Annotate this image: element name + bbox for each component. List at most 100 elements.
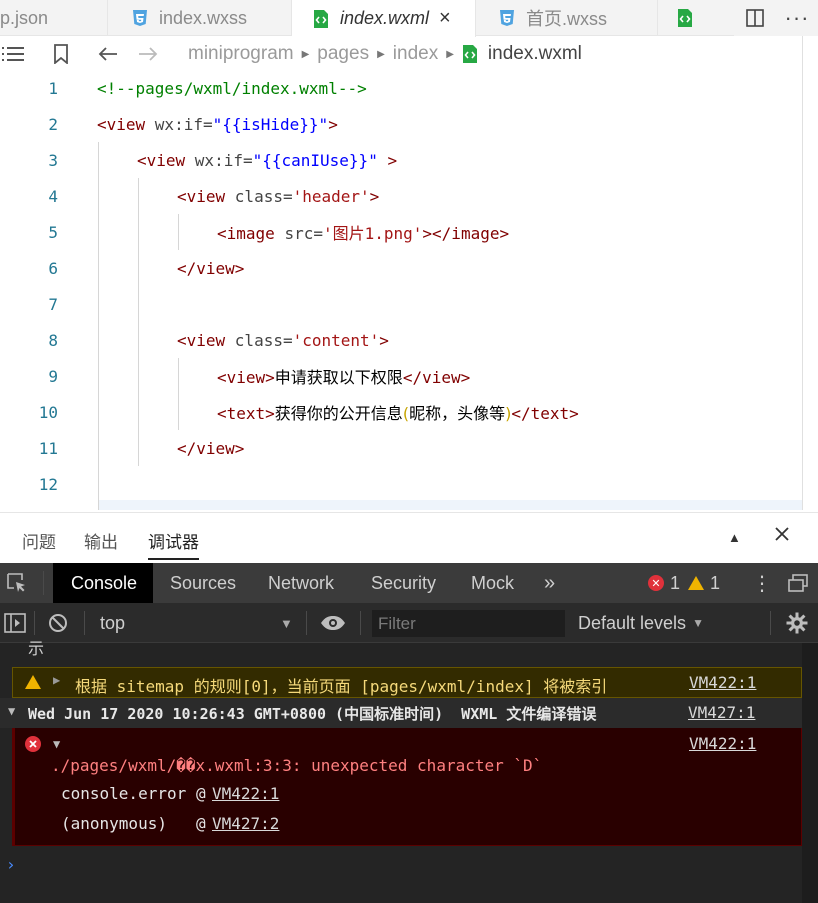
line-number: 2	[48, 114, 58, 134]
chevron-down-icon[interactable]: ▼	[280, 603, 293, 643]
code-line[interactable]: 6 </view>	[0, 250, 802, 286]
tab-app-json[interactable]: p.json	[0, 0, 108, 36]
error-icon: ✕	[648, 575, 664, 591]
code-line[interactable]: 4 <view class='header'>	[0, 178, 802, 214]
tab-security[interactable]: Security	[371, 563, 436, 603]
tab-mock[interactable]: Mock	[471, 563, 514, 603]
gear-icon[interactable]	[786, 603, 808, 643]
tab-label: p.json	[0, 7, 49, 28]
error-count[interactable]: ✕ 1	[648, 563, 680, 603]
console-prompt[interactable]: ›	[6, 855, 16, 874]
code-tag: </view>	[402, 368, 471, 387]
outline-icon[interactable]	[0, 46, 26, 62]
tab-label: index.wxml	[340, 8, 430, 28]
back-arrow-icon[interactable]	[88, 46, 128, 62]
code-string: "{{isHide}}"	[212, 114, 329, 134]
code-line[interactable]: 1 <!--pages/wxml/index.wxml-->	[0, 70, 802, 106]
code-text: <text>获得你的公开信息(昵称，头像等)</text>	[217, 400, 579, 424]
console-group-row[interactable]: ▼ Wed Jun 17 2020 10:26:43 GMT+0800 (中国标…	[0, 698, 802, 728]
line-number: 12	[38, 474, 58, 494]
warning-icon	[688, 576, 704, 590]
code-attr: class=	[234, 330, 293, 350]
code-text: <view wx:if="{{canIUse}}" >	[137, 151, 397, 170]
log-levels-select[interactable]: Default levels ▼	[578, 603, 704, 643]
panel-tab-problems[interactable]: 问题	[22, 528, 56, 553]
console-scrollbar[interactable]	[802, 643, 818, 903]
code-text: <view wx:if="{{isHide}}">	[97, 115, 338, 134]
code-line[interactable]: 9 <view>申请获取以下权限</view>	[0, 358, 802, 394]
tab-label: index.wxss	[159, 7, 248, 28]
line-number: 3	[48, 150, 58, 170]
breadcrumb-item[interactable]: pages	[317, 43, 369, 65]
code-line[interactable]: 12	[0, 466, 802, 502]
tab-home-wxss[interactable]: 首页.wxss	[476, 0, 658, 36]
line-number: 10	[38, 402, 58, 422]
clipped-log-text: 示	[28, 639, 45, 658]
console-warning-row[interactable]: ▶ 根据 sitemap 的规则[0]，当前页面 [pages/wxml/ind…	[12, 667, 802, 698]
breadcrumb-item[interactable]: miniprogram	[188, 43, 294, 65]
collapse-caret-icon[interactable]: ▼	[53, 737, 60, 751]
sidebar-toggle-icon[interactable]	[4, 603, 26, 643]
code-line[interactable]: 2 <view wx:if="{{isHide}}">	[0, 106, 802, 142]
tab-overflow[interactable]	[658, 0, 718, 36]
clear-console-icon[interactable]	[48, 603, 68, 643]
more-tabs-icon[interactable]: »	[544, 563, 555, 603]
code-attr: wx:if=	[154, 114, 213, 134]
code-line[interactable]: 11 </view>	[0, 430, 802, 466]
source-link[interactable]: VM422:1	[689, 673, 756, 692]
undock-icon[interactable]	[788, 563, 808, 603]
close-icon[interactable]: ×	[439, 7, 451, 30]
code-line[interactable]: 3 <view wx:if="{{canIUse}}" >	[0, 142, 802, 178]
code-text: <view>申请获取以下权限</view>	[217, 364, 470, 388]
console-output[interactable]: 示 ▶ 根据 sitemap 的规则[0]，当前页面 [pages/wxml/i…	[0, 639, 818, 903]
maximize-panel-icon[interactable]: ▲	[728, 530, 741, 545]
code-editor[interactable]: 1 <!--pages/wxml/index.wxml--> 2 <view w…	[0, 70, 818, 510]
code-line[interactable]: 10 <text>获得你的公开信息(昵称，头像等)</text>	[0, 394, 802, 430]
error-message: ./pages/wxml/��x.wxml:3:3: unexpected ch…	[51, 756, 543, 775]
bookmark-icon[interactable]	[44, 44, 78, 64]
filter-input[interactable]: Filter	[372, 610, 565, 637]
forward-arrow-icon[interactable]	[128, 46, 168, 62]
console-error-block[interactable]: ▼ VM422:1 ./pages/wxml/��x.wxml:3:3: une…	[12, 728, 802, 846]
code-attr: class=	[234, 186, 293, 206]
expand-caret-icon[interactable]: ▶	[53, 673, 60, 687]
chevron-right-icon: ▶	[446, 48, 454, 60]
panel-tab-debugger[interactable]: 调试器	[148, 528, 199, 560]
panel-header: 问题 输出 调试器 ▲	[0, 512, 818, 562]
code-tag: <view>	[217, 368, 275, 387]
breadcrumb-current[interactable]: index.wxml	[488, 43, 582, 65]
stack-frame-link[interactable]: VM422:1	[212, 784, 279, 803]
code-line[interactable]: 7	[0, 286, 802, 322]
tab-index-wxml[interactable]: index.wxml ×	[292, 0, 476, 37]
panel-tab-output[interactable]: 输出	[84, 528, 118, 553]
code-content: 申请获取以下权限	[274, 368, 403, 387]
code-tag: <image	[217, 224, 285, 243]
tab-network[interactable]: Network	[268, 563, 334, 603]
source-link[interactable]: VM427:1	[688, 703, 755, 722]
separator	[770, 611, 771, 635]
tab-index-wxss[interactable]: index.wxss	[109, 0, 292, 36]
more-actions-icon[interactable]: ···	[776, 5, 818, 31]
css-file-icon	[131, 9, 149, 27]
context-selector[interactable]: top	[100, 603, 125, 643]
tab-console[interactable]: Console	[53, 563, 153, 603]
tab-label: 首页.wxss	[526, 9, 607, 29]
breadcrumb-item[interactable]: index	[393, 43, 438, 65]
tab-sources[interactable]: Sources	[170, 563, 236, 603]
source-link[interactable]: VM422:1	[689, 734, 756, 753]
line-number: 5	[48, 222, 58, 242]
split-editor-icon[interactable]	[734, 9, 776, 27]
code-tag: </view>	[177, 258, 245, 278]
editor-scrollbar[interactable]	[802, 36, 803, 510]
inspect-element-icon[interactable]	[6, 563, 28, 603]
wxml-file-icon	[462, 45, 478, 63]
stack-frame-link[interactable]: VM427:2	[212, 814, 279, 833]
code-line[interactable]: 5 <image src='图片1.png'></image>	[0, 214, 802, 250]
warning-count[interactable]: 1	[688, 563, 720, 603]
eye-icon[interactable]	[320, 603, 346, 643]
close-panel-icon[interactable]	[774, 526, 790, 547]
kebab-menu-icon[interactable]: ⋮	[752, 563, 772, 603]
collapse-caret-icon[interactable]: ▼	[8, 704, 15, 718]
code-line[interactable]: 8 <view class='content'>	[0, 322, 802, 358]
chevron-down-icon: ▼	[692, 616, 704, 630]
